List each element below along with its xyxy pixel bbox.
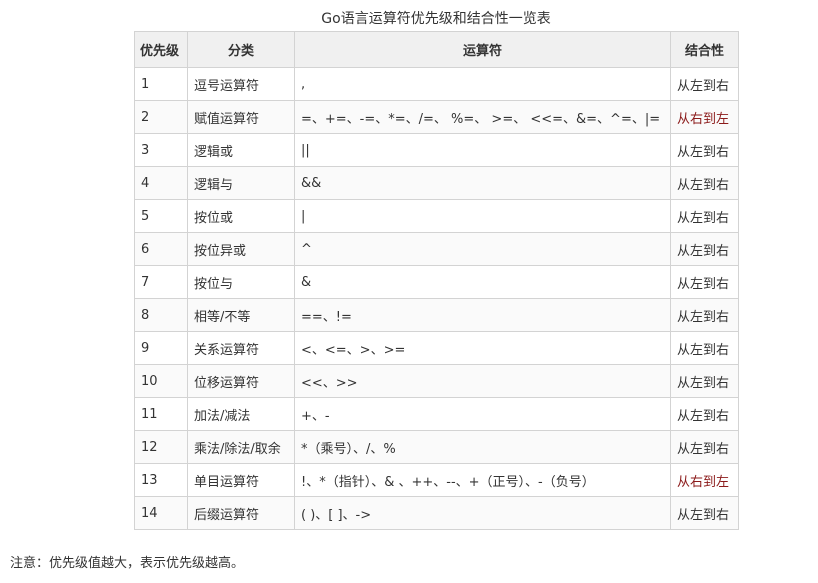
operators-cell: ^ <box>294 232 671 266</box>
priority-cell: 10 <box>134 364 188 398</box>
table-row: 6 按位异或 ^ 从左到右 <box>134 232 739 266</box>
table-row: 8 相等/不等 ==、!= 从左到右 <box>134 298 739 332</box>
priority-cell: 5 <box>134 199 188 233</box>
operators-cell: =、+=、-=、*=、/=、 %=、 >=、 <<=、&=、^=、|= <box>294 100 671 134</box>
associativity-cell: 从左到右 <box>670 265 739 299</box>
category-cell: 按位异或 <box>187 232 295 266</box>
operators-cell: || <box>294 133 671 167</box>
table-row: 13 单目运算符 !、*（指针）、& 、++、--、+（正号）、-（负号） 从右到左 <box>134 463 739 497</box>
associativity-cell: 从左到右 <box>670 397 739 431</box>
associativity-cell: 从左到右 <box>670 67 739 101</box>
table-body: 1 逗号运算符, 从左到右 2 赋值运算符 =、+=、-=、*=、/=、 %=、 >=、 … <box>134 67 739 530</box>
associativity-cell: 从右到左 <box>670 100 739 134</box>
operators-cell: , <box>294 67 671 101</box>
operator-precedence-table: 优先级 分类 运算符 结合性 1 逗号运算符, 从左到右 2 赋值运算符 =、+=、-=、… <box>134 31 739 530</box>
priority-cell: 3 <box>134 133 188 167</box>
operators-cell: !、*（指针）、& 、++、--、+（正号）、-（负号） <box>294 463 671 497</box>
priority-cell: 2 <box>134 100 188 134</box>
category-cell: 单目运算符 <box>187 463 295 497</box>
priority-cell: 13 <box>134 463 188 497</box>
header-priority: 优先级 <box>134 31 188 68</box>
operators-cell: +、- <box>294 397 671 431</box>
associativity-cell: 从左到右 <box>670 298 739 332</box>
header-category: 分类 <box>187 31 295 68</box>
table-row: 11 加法/减法 +、- 从左到右 <box>134 397 739 431</box>
category-cell: 逻辑与 <box>187 166 295 200</box>
table-header-row: 优先级 分类 运算符 结合性 <box>134 31 739 68</box>
priority-cell: 1 <box>134 67 188 101</box>
header-operators: 运算符 <box>294 31 671 68</box>
priority-cell: 6 <box>134 232 188 266</box>
category-cell: 按位与 <box>187 265 295 299</box>
category-cell: 逻辑或 <box>187 133 295 167</box>
associativity-cell: 从左到右 <box>670 166 739 200</box>
priority-cell: 12 <box>134 430 188 464</box>
table-row: 1 逗号运算符, 从左到右 <box>134 67 739 101</box>
priority-cell: 14 <box>134 496 188 530</box>
associativity-cell: 从左到右 <box>670 331 739 365</box>
category-cell: 逗号运算符 <box>187 67 295 101</box>
operators-cell: ==、!= <box>294 298 671 332</box>
category-cell: 加法/减法 <box>187 397 295 431</box>
operators-cell: <、<=、>、>= <box>294 331 671 365</box>
category-cell: 乘法/除法/取余 <box>187 430 295 464</box>
table-row: 10 位移运算符 <<、>> 从左到右 <box>134 364 739 398</box>
associativity-cell: 从右到左 <box>670 463 739 497</box>
table-row: 4 逻辑与 && 从左到右 <box>134 166 739 200</box>
category-cell: 关系运算符 <box>187 331 295 365</box>
header-associativity: 结合性 <box>670 31 739 68</box>
table-row: 14 后缀运算符( )、[ ]、-> 从左到右 <box>134 496 739 530</box>
category-cell: 按位或 <box>187 199 295 233</box>
category-cell: 相等/不等 <box>187 298 295 332</box>
footnote: 注意：优先级值越大，表示优先级越高。 <box>10 556 245 571</box>
priority-cell: 4 <box>134 166 188 200</box>
priority-cell: 11 <box>134 397 188 431</box>
table-row: 7 按位与 & 从左到右 <box>134 265 739 299</box>
associativity-cell: 从左到右 <box>670 133 739 167</box>
associativity-cell: 从左到右 <box>670 232 739 266</box>
table-caption: Go语言运算符优先级和结合性一览表 <box>321 11 551 27</box>
priority-cell: 8 <box>134 298 188 332</box>
category-cell: 赋值运算符 <box>187 100 295 134</box>
associativity-cell: 从左到右 <box>670 496 739 530</box>
associativity-cell: 从左到右 <box>670 364 739 398</box>
operators-cell: | <box>294 199 671 233</box>
operators-cell: *（乘号）、/、% <box>294 430 671 464</box>
priority-cell: 7 <box>134 265 188 299</box>
table-row: 12 乘法/除法/取余 *（乘号）、/、% 从左到右 <box>134 430 739 464</box>
table-row: 3 逻辑或 || 从左到右 <box>134 133 739 167</box>
table-row: 5 按位或 | 从左到右 <box>134 199 739 233</box>
priority-cell: 9 <box>134 331 188 365</box>
operators-cell: ( )、[ ]、-> <box>294 496 671 530</box>
associativity-cell: 从左到右 <box>670 430 739 464</box>
operators-cell: & <box>294 265 671 299</box>
operators-cell: && <box>294 166 671 200</box>
associativity-cell: 从左到右 <box>670 199 739 233</box>
table-row: 9 关系运算符 <、<=、>、>= 从左到右 <box>134 331 739 365</box>
category-cell: 后缀运算符 <box>187 496 295 530</box>
table-row: 2 赋值运算符 =、+=、-=、*=、/=、 %=、 >=、 <<=、&=、^=、|… <box>134 100 739 134</box>
operators-cell: <<、>> <box>294 364 671 398</box>
category-cell: 位移运算符 <box>187 364 295 398</box>
